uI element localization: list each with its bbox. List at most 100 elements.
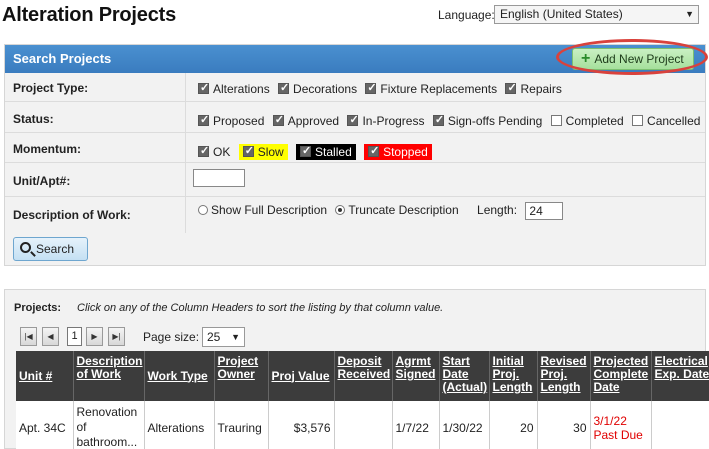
- row-divider: [185, 133, 186, 162]
- col-header-deposit-received[interactable]: Deposit Received: [334, 351, 393, 401]
- checkbox-in-progress[interactable]: In-Progress: [347, 113, 424, 128]
- col-header-proj-value[interactable]: Proj Value: [268, 351, 335, 401]
- radio-show-full-description[interactable]: Show Full Description: [198, 203, 327, 217]
- checkbox-ok[interactable]: OK: [198, 144, 230, 159]
- checkbox-icon: [432, 113, 444, 126]
- status-row: Status: Proposed Approved In-Progress Si…: [5, 102, 705, 133]
- cell-proj-value: $3,576: [268, 401, 335, 449]
- col-header-initial-length[interactable]: Initial Proj. Length: [489, 351, 538, 401]
- col-header-project-owner[interactable]: Project Owner: [214, 351, 269, 401]
- checkbox-approved[interactable]: Approved: [272, 113, 339, 128]
- radio-icon: [335, 205, 346, 216]
- checkbox-completed[interactable]: Completed: [550, 114, 624, 128]
- chevron-down-icon: ▼: [685, 9, 694, 19]
- page-header: Alteration Projects Language: English (U…: [0, 0, 709, 32]
- language-label: Language:: [438, 8, 495, 22]
- momentum-label: Momentum:: [13, 142, 81, 156]
- col-header-projected-complete[interactable]: Projected Complete Date: [590, 351, 652, 401]
- table-header-row: Unit # Description of Work Work Type Pro…: [16, 351, 709, 401]
- cell-unit: Apt. 34C: [16, 401, 74, 449]
- checkbox-stalled[interactable]: Stalled: [296, 144, 356, 160]
- cell-deposit: [334, 401, 393, 449]
- projects-panel: Projects: Click on any of the Column Hea…: [4, 289, 709, 449]
- language-value: English (United States): [500, 7, 623, 21]
- checkbox-icon: [368, 144, 379, 157]
- checkbox-decorations[interactable]: Decorations: [278, 81, 357, 96]
- search-button[interactable]: Search: [13, 237, 88, 261]
- col-header-electrical-exp[interactable]: Electrical Exp. Date: [651, 351, 709, 401]
- unit-row: Unit/Apt#:: [5, 163, 705, 197]
- table-row[interactable]: Apt. 34C Renovation of bathroom... Alter…: [16, 401, 709, 449]
- description-row: Description of Work: Show Full Descripti…: [5, 197, 705, 233]
- projects-label: Projects:: [14, 302, 62, 314]
- unit-label: Unit/Apt#:: [13, 174, 71, 188]
- col-header-start-date[interactable]: Start Date (Actual): [439, 351, 490, 401]
- radio-icon: [198, 205, 208, 216]
- prev-page-icon: ◀: [47, 332, 54, 341]
- col-header-unit[interactable]: Unit #: [16, 351, 74, 401]
- checkbox-cancelled[interactable]: Cancelled: [632, 114, 700, 128]
- page-size-value: 25: [207, 330, 221, 344]
- add-new-project-button[interactable]: + Add New Project: [572, 48, 694, 70]
- search-header-title: Search Projects: [13, 51, 112, 66]
- current-page[interactable]: 1: [67, 327, 82, 346]
- cell-revised-length: 30: [537, 401, 591, 449]
- checkbox-icon: [272, 113, 284, 126]
- status-options: Proposed Approved In-Progress Sign-offs …: [198, 113, 705, 128]
- col-header-work-type[interactable]: Work Type: [144, 351, 215, 401]
- length-input[interactable]: 24: [525, 202, 564, 220]
- checkbox-icon: [550, 115, 562, 126]
- col-header-revised-length[interactable]: Revised Proj. Length: [537, 351, 591, 401]
- row-divider: [185, 102, 186, 132]
- status-label: Status:: [13, 112, 54, 126]
- page-size-label: Page size:: [143, 330, 200, 344]
- col-header-agrmt-signed[interactable]: Agrmt Signed: [392, 351, 440, 401]
- radio-truncate-description[interactable]: Truncate Description: [335, 203, 459, 217]
- cell-initial-length: 20: [489, 401, 538, 449]
- page-size-select[interactable]: 25 ▼: [202, 327, 245, 347]
- next-page-icon: ▶: [91, 332, 98, 341]
- cell-owner: Trauring: [214, 401, 269, 449]
- checkbox-repairs[interactable]: Repairs: [505, 81, 562, 96]
- checkbox-fixture-replacements[interactable]: Fixture Replacements: [365, 81, 497, 96]
- checkbox-slow[interactable]: Slow: [238, 144, 288, 160]
- checkbox-icon: [198, 113, 209, 126]
- checkbox-icon: [198, 144, 209, 157]
- last-page-button[interactable]: ▶|: [108, 327, 125, 346]
- plus-icon: +: [581, 50, 591, 67]
- next-page-button[interactable]: ▶: [86, 327, 103, 346]
- checkbox-sign-offs-pending[interactable]: Sign-offs Pending: [432, 113, 542, 128]
- cell-agrmt-signed: 1/7/22: [392, 401, 440, 449]
- checkbox-icon: [278, 81, 289, 94]
- checkbox-alterations[interactable]: Alterations: [198, 81, 270, 96]
- checkbox-icon: [347, 113, 359, 126]
- checkbox-icon: [300, 144, 311, 157]
- page-title: Alteration Projects: [2, 4, 177, 26]
- past-due-badge: Past Due: [593, 427, 643, 442]
- cell-projected-complete: 3/1/22 Past Due: [590, 401, 652, 449]
- last-page-icon: ▶|: [112, 332, 121, 341]
- projects-hint: Click on any of the Column Headers to so…: [77, 302, 444, 314]
- language-select[interactable]: English (United States) ▼: [494, 5, 699, 24]
- add-new-project-label: Add New Project: [594, 52, 684, 66]
- projected-date: 3/1/22: [593, 413, 627, 428]
- checkbox-icon: [365, 81, 377, 94]
- projects-table: Unit # Description of Work Work Type Pro…: [16, 351, 709, 449]
- checkbox-icon: [198, 81, 209, 94]
- description-options: Show Full Description Truncate Descripti…: [198, 202, 564, 220]
- unit-input[interactable]: [193, 169, 245, 187]
- checkbox-icon: [242, 144, 254, 157]
- col-header-description[interactable]: Description of Work: [73, 351, 145, 401]
- first-page-button[interactable]: |◀: [20, 327, 37, 346]
- prev-page-button[interactable]: ◀: [42, 327, 59, 346]
- length-label: Length:: [477, 203, 518, 218]
- project-type-label: Project Type:: [13, 81, 89, 95]
- checkbox-icon: [632, 115, 644, 126]
- cell-description: Renovation of bathroom...: [73, 401, 145, 449]
- checkbox-proposed[interactable]: Proposed: [198, 113, 264, 128]
- momentum-row: Momentum: OK Slow Stalled Stopped: [5, 133, 705, 163]
- project-type-row: Project Type: Alterations Decorations Fi…: [5, 73, 705, 102]
- checkbox-stopped[interactable]: Stopped: [364, 144, 432, 160]
- momentum-options: OK Slow Stalled Stopped: [198, 144, 437, 160]
- checkbox-icon: [505, 81, 517, 94]
